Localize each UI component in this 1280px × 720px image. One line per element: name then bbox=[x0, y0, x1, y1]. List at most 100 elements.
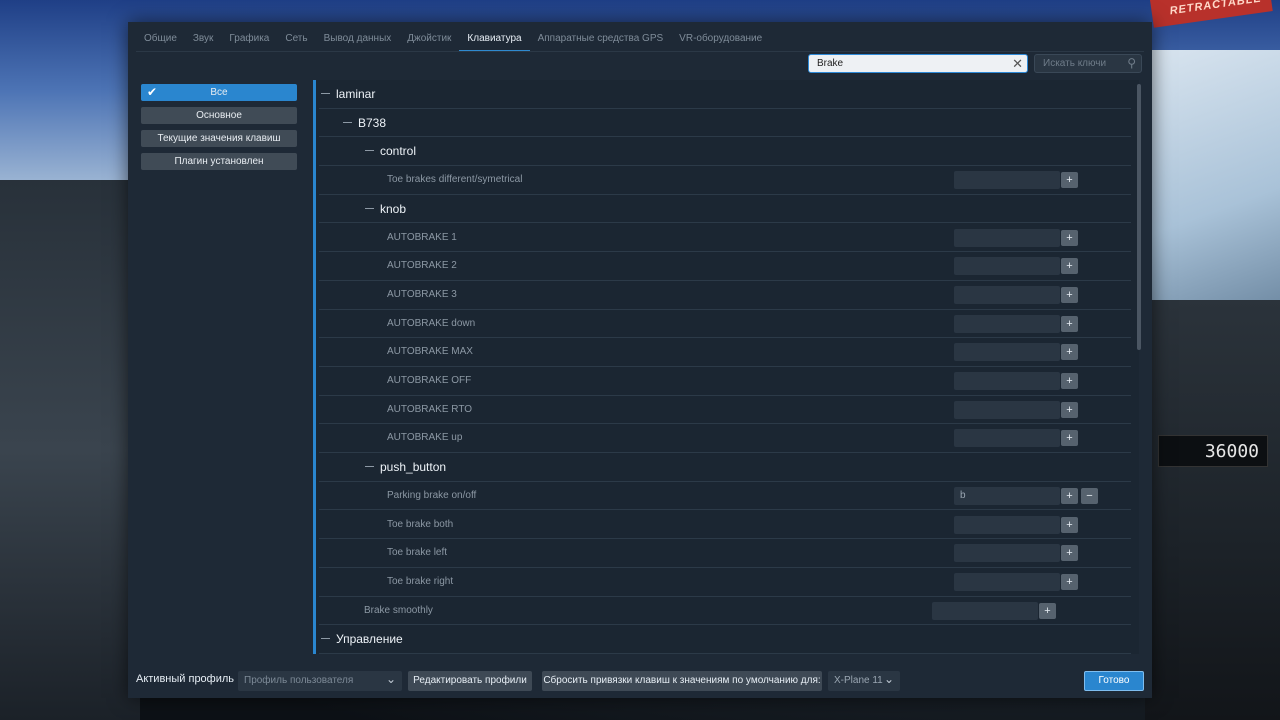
add-key-button[interactable]: + bbox=[1039, 602, 1056, 619]
reset-bindings-button[interactable]: Сбросить привязки клавиш к значениям по … bbox=[542, 671, 822, 691]
chevron-down-icon: ⌄ bbox=[883, 672, 894, 686]
key-assignment-field[interactable] bbox=[954, 343, 1060, 362]
key-assignment-field[interactable] bbox=[954, 314, 1060, 333]
tab-1[interactable]: Звук bbox=[185, 30, 222, 52]
key-binding-row[interactable]: Toe brake left + bbox=[319, 539, 1131, 568]
background-cockpit-left bbox=[0, 180, 140, 720]
tree-group-row[interactable]: knob bbox=[319, 195, 1131, 224]
settings-dialog: Общие Звук Графика Сеть Вывод данных Джойстик… bbox=[128, 22, 1152, 698]
key-binding-row[interactable]: AUTOBRAKE 2 + bbox=[319, 252, 1131, 281]
key-assignment-field[interactable]: b bbox=[954, 486, 1060, 505]
key-binding-row[interactable]: AUTOBRAKE OFF + bbox=[319, 367, 1131, 396]
collapse-icon[interactable] bbox=[365, 466, 374, 468]
collapse-icon[interactable] bbox=[321, 93, 330, 94]
collapse-icon[interactable] bbox=[365, 207, 374, 209]
command-label: AUTOBRAKE MAX bbox=[387, 346, 473, 358]
sidebar-item-label: Текущие значения клавиш bbox=[157, 133, 281, 144]
tree-group-row[interactable]: laminar bbox=[319, 80, 1131, 109]
sidebar-item-1[interactable]: Основное bbox=[141, 107, 297, 124]
filter-sidebar: ✔ Все Основное Текущие значения клавиш Плаги… bbox=[141, 84, 297, 176]
add-key-button[interactable]: + bbox=[1061, 229, 1078, 246]
add-key-button[interactable]: + bbox=[1061, 487, 1078, 504]
dialog-footer: Активный профиль Профиль пользователя ⌄ … bbox=[128, 668, 1152, 692]
tree-group-row[interactable]: Управление bbox=[319, 625, 1131, 654]
profile-select[interactable]: Профиль пользователя ⌄ bbox=[238, 671, 402, 691]
key-binding-row[interactable]: AUTOBRAKE 1 + bbox=[319, 224, 1131, 253]
command-label: Brake smoothly bbox=[364, 604, 433, 616]
key-assignment-field[interactable] bbox=[954, 429, 1060, 448]
key-assignment-field[interactable] bbox=[954, 372, 1060, 390]
search-input-value: Brake bbox=[817, 58, 844, 69]
add-key-button[interactable]: + bbox=[1061, 344, 1078, 361]
tab-7[interactable]: Аппаратные средства GPS bbox=[530, 30, 672, 52]
key-assignment-field[interactable] bbox=[954, 285, 1060, 304]
key-binding-row[interactable]: Toe brake both + bbox=[319, 511, 1131, 540]
key-assignment-field[interactable] bbox=[954, 171, 1060, 190]
active-profile-label: Активный профиль bbox=[136, 673, 235, 685]
profile-select-value: Профиль пользователя bbox=[244, 675, 354, 686]
edit-profiles-button[interactable]: Редактировать профили bbox=[408, 671, 532, 691]
command-label: AUTOBRAKE 3 bbox=[387, 288, 457, 300]
tab-6[interactable]: Клавиатура bbox=[459, 30, 530, 52]
add-key-button[interactable]: + bbox=[1061, 430, 1078, 447]
add-key-button[interactable]: + bbox=[1061, 286, 1078, 303]
key-binding-row[interactable]: AUTOBRAKE RTO + bbox=[319, 396, 1131, 425]
key-binding-row[interactable]: AUTOBRAKE 3 + bbox=[319, 281, 1131, 310]
scrollbar[interactable] bbox=[1137, 84, 1141, 350]
tree-group-row[interactable]: push_button bbox=[319, 453, 1131, 482]
add-key-button[interactable]: + bbox=[1061, 315, 1078, 332]
tabs-divider bbox=[136, 51, 1144, 52]
key-binding-row[interactable]: Parking brake on/off b + − bbox=[319, 482, 1131, 511]
search-keys-input[interactable]: Искать ключи ⚲ bbox=[1034, 54, 1142, 73]
tab-5[interactable]: Джойстик bbox=[399, 30, 459, 52]
collapse-icon[interactable] bbox=[343, 121, 352, 123]
tree-group-row[interactable]: control bbox=[319, 137, 1131, 167]
add-key-button[interactable]: + bbox=[1061, 516, 1078, 533]
close-icon[interactable]: ✕ bbox=[1012, 56, 1023, 71]
tab-4[interactable]: Вывод данных bbox=[316, 30, 400, 52]
add-key-button[interactable]: + bbox=[1061, 172, 1078, 189]
sidebar-item-3[interactable]: Плагин установлен bbox=[141, 153, 297, 170]
search-input[interactable]: Brake ✕ bbox=[808, 54, 1028, 73]
tree-group-label: laminar bbox=[336, 87, 376, 101]
key-binding-row[interactable]: Toe brakes different/symetrical + bbox=[319, 166, 1131, 195]
key-binding-row[interactable]: AUTOBRAKE down + bbox=[319, 310, 1131, 339]
tab-0[interactable]: Общие bbox=[136, 30, 185, 52]
key-assignment-field[interactable] bbox=[954, 544, 1060, 563]
key-binding-row[interactable]: AUTOBRAKE up + bbox=[319, 424, 1131, 454]
key-assignment-field[interactable] bbox=[954, 257, 1060, 276]
version-select[interactable]: X-Plane 11 ⌄ bbox=[828, 671, 900, 691]
background-cockpit-window bbox=[1150, 50, 1280, 310]
add-key-button[interactable]: + bbox=[1061, 373, 1078, 389]
background-cockpit-panel bbox=[1145, 300, 1280, 720]
tree-group-label: B738 bbox=[358, 115, 387, 130]
add-key-button[interactable]: + bbox=[1061, 258, 1078, 275]
key-bindings-list: laminar B738 control Toe brakes different/s… bbox=[313, 80, 1139, 654]
done-button[interactable]: Готово bbox=[1084, 671, 1144, 691]
tree-group-row[interactable]: B738 bbox=[319, 109, 1131, 138]
add-key-button[interactable]: + bbox=[1061, 401, 1078, 418]
sidebar-item-0[interactable]: ✔ Все bbox=[141, 84, 297, 101]
key-assignment-field[interactable] bbox=[954, 515, 1060, 534]
key-binding-row[interactable]: Brake smoothly + bbox=[319, 597, 1131, 626]
key-assignment-field[interactable] bbox=[932, 601, 1038, 620]
collapse-icon[interactable] bbox=[321, 638, 330, 640]
remove-key-button[interactable]: − bbox=[1081, 487, 1098, 504]
sidebar-item-2[interactable]: Текущие значения клавиш bbox=[141, 130, 297, 147]
search-icon: ⚲ bbox=[1127, 56, 1136, 70]
key-binding-row[interactable]: Toe brake right + bbox=[319, 568, 1131, 597]
sidebar-item-label: Основное bbox=[196, 110, 242, 121]
key-binding-row[interactable]: AUTOBRAKE MAX + bbox=[319, 338, 1131, 367]
key-assignment-field[interactable] bbox=[954, 572, 1060, 591]
command-label: AUTOBRAKE up bbox=[387, 432, 463, 444]
add-key-button[interactable]: + bbox=[1061, 573, 1078, 590]
add-key-button[interactable]: + bbox=[1061, 545, 1078, 562]
tree-group-label: control bbox=[380, 144, 417, 159]
key-assignment-field[interactable] bbox=[954, 228, 1060, 247]
tab-8[interactable]: VR-оборудование bbox=[671, 30, 770, 52]
collapse-icon[interactable] bbox=[365, 150, 374, 152]
key-assignment-field[interactable] bbox=[954, 400, 1060, 419]
command-label: Toe brake both bbox=[387, 518, 454, 530]
tab-2[interactable]: Графика bbox=[221, 30, 277, 52]
tab-3[interactable]: Сеть bbox=[277, 30, 315, 52]
